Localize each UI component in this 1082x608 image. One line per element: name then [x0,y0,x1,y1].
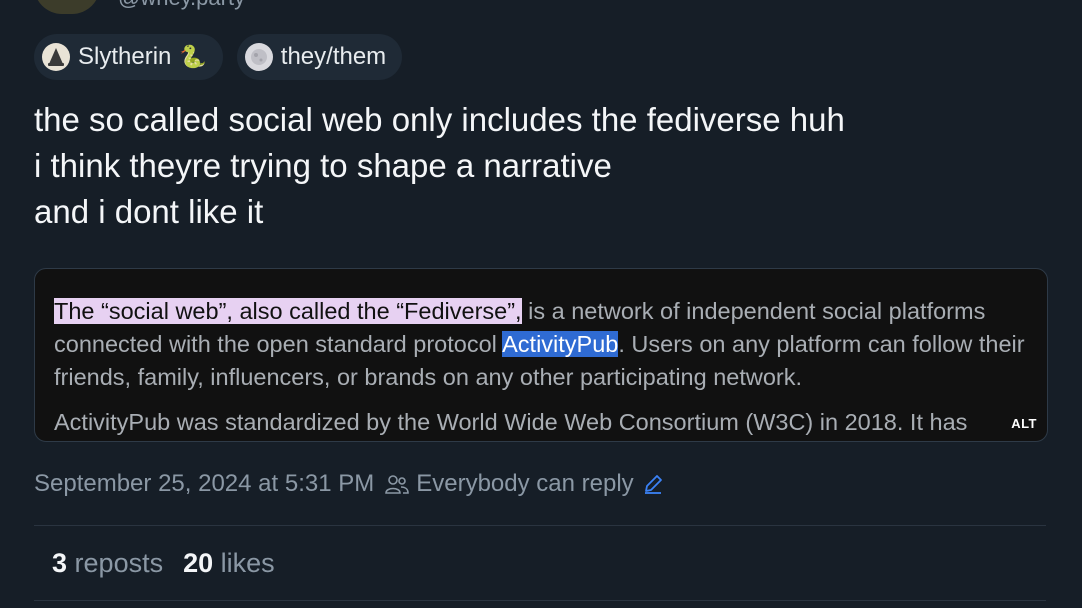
post-stats: 3 reposts 20 likes [52,548,275,579]
divider [34,600,1046,601]
likes-count: 20 [183,548,214,578]
reply-setting: Everybody can reply [416,470,634,497]
post-line: and i dont like it [34,193,264,230]
alt-badge[interactable]: ALT [1011,416,1037,431]
embed-paragraph-2: ActivityPub was standardized by the Worl… [54,409,968,435]
badge-house-label: Slytherin [78,43,172,70]
reposts-count: 3 [52,548,68,578]
badge-pronouns[interactable]: they/them [236,34,403,80]
likes-label: likes [220,548,275,578]
post-line: i think theyre trying to shape a narrati… [34,147,612,184]
highlighted-text-pink: The “social web”, also called the “Fediv… [54,298,522,324]
snake-icon: 🐍 [179,44,207,69]
profile-badges: Slytherin 🐍 they/them [34,34,403,80]
reposts-label: reposts [74,548,164,578]
embedded-image-text: The “social web”, also called the “Fediv… [54,295,1044,439]
moon-icon [244,43,273,71]
post-line: the so called social web only includes t… [34,101,845,138]
post-timestamp: September 25, 2024 at 5:31 PM [34,470,375,497]
wizard-hat-icon [42,43,70,71]
author-row: @whey.party [34,0,245,14]
reposts-stat[interactable]: 3 reposts [52,548,163,579]
post-body: the so called social web only includes t… [34,97,845,235]
highlighted-text-blue: ActivityPub [502,331,619,357]
avatar[interactable] [34,0,100,14]
embedded-image[interactable]: The “social web”, also called the “Fediv… [34,268,1048,442]
pencil-icon[interactable] [642,473,664,495]
post-meta: September 25, 2024 at 5:31 PM Everybody … [34,470,664,498]
author-handle[interactable]: @whey.party [118,0,245,11]
people-icon [384,473,410,495]
badge-pronouns-label: they/them [280,43,387,70]
likes-stat[interactable]: 20 likes [183,548,275,579]
badge-house[interactable]: Slytherin 🐍 [34,34,223,80]
divider [34,525,1046,526]
